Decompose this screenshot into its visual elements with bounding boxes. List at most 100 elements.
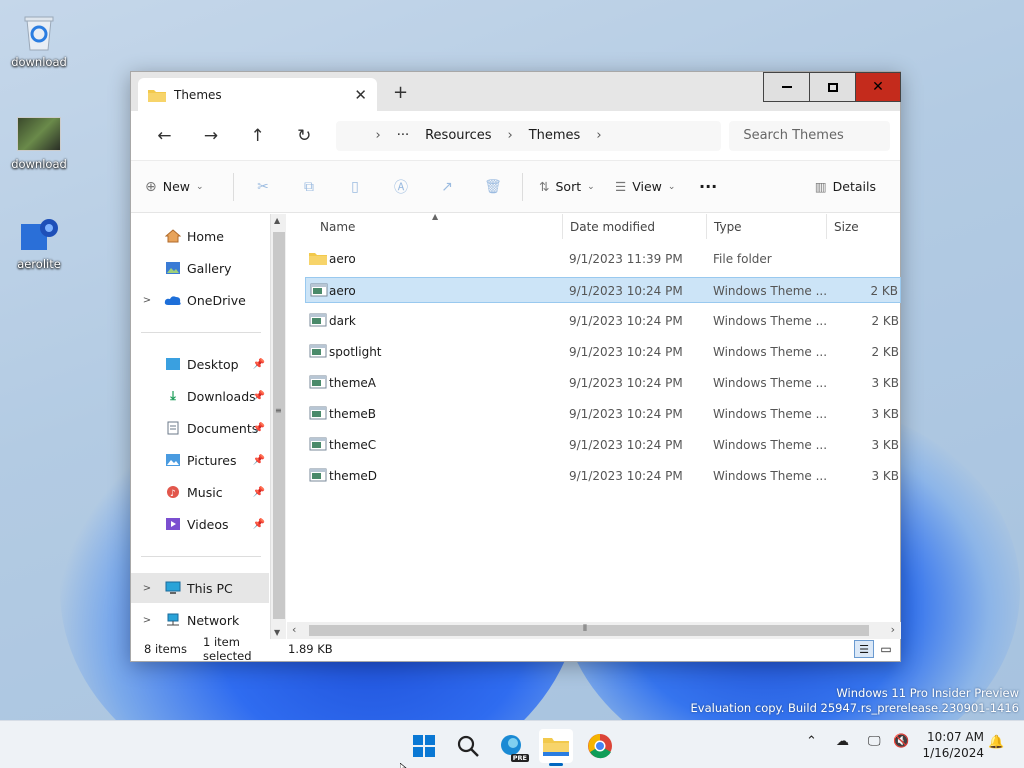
breadcrumb-resources[interactable]: Resources <box>425 128 491 143</box>
sort-icon: ⇅ <box>539 179 550 194</box>
breadcrumb-overflow[interactable]: ··· <box>397 128 409 143</box>
close-tab-icon[interactable]: ✕ <box>354 86 367 104</box>
search-button[interactable] <box>451 729 485 763</box>
details-button[interactable]: ▥ Details <box>815 179 876 194</box>
minimize-button[interactable] <box>763 72 810 102</box>
address-bar[interactable]: › ··· Resources › Themes › <box>335 120 722 151</box>
chrome-icon <box>588 734 612 759</box>
pin-icon[interactable]: 📌 <box>253 423 265 434</box>
edge-preview-button[interactable]: PRE <box>495 729 529 763</box>
desktop-icon-aerolite[interactable]: aerolite <box>4 214 74 271</box>
volume-tray-icon[interactable]: 🔇 <box>893 734 909 749</box>
pin-icon[interactable]: 📌 <box>253 519 265 530</box>
arrow-right-icon: → <box>203 125 219 146</box>
pin-icon[interactable]: 📌 <box>253 391 265 402</box>
desktop-icon-download-image[interactable]: download <box>4 114 74 171</box>
pin-icon[interactable]: 📌 <box>253 455 265 466</box>
tab-themes[interactable]: Themes ✕ <box>138 78 377 111</box>
sidebar-item-desktop[interactable]: Desktop 📌 <box>131 349 269 379</box>
aerolite-icon <box>17 214 61 254</box>
more-options-button[interactable]: ··· <box>699 177 739 196</box>
new-tab-button[interactable]: + <box>393 82 408 103</box>
cut-button[interactable]: ✂ <box>240 172 286 202</box>
notifications-button[interactable]: 🔔 <box>988 735 1004 750</box>
desktop-icon-recycle-bin[interactable]: download <box>4 12 74 69</box>
clock[interactable]: 10:07 AM 1/16/2024 <box>916 729 984 761</box>
start-button[interactable] <box>407 729 441 763</box>
scroll-up-icon[interactable]: ▲ <box>274 216 280 225</box>
onedrive-tray-icon[interactable]: ☁ <box>836 734 849 749</box>
tiles-view-toggle[interactable]: ▭ <box>876 640 896 658</box>
scrollbar-thumb[interactable] <box>309 625 869 636</box>
sidebar-item-downloads[interactable]: ⤓ Downloads 📌 <box>131 381 269 411</box>
breadcrumb-themes[interactable]: Themes <box>529 128 581 143</box>
share-button[interactable]: ↗ <box>424 172 470 202</box>
column-header-date[interactable]: Date modified <box>563 214 707 239</box>
minimize-icon <box>781 86 792 88</box>
chevron-right-icon[interactable]: > <box>131 583 163 594</box>
tiles-view-icon: ▭ <box>880 642 892 656</box>
selection-count: 1 item selected <box>203 635 252 663</box>
sidebar-item-network[interactable]: > Network <box>131 605 269 635</box>
copy-button[interactable]: ⧉ <box>286 172 332 202</box>
rename-button[interactable]: Ⓐ <box>378 172 424 202</box>
chevron-up-icon: ⌃ <box>806 734 817 749</box>
view-icon: ☰ <box>615 179 627 194</box>
forward-button[interactable]: → <box>188 121 235 151</box>
network-tray-icon[interactable]: 🖵 <box>868 734 881 749</box>
scroll-right-icon[interactable]: › <box>891 623 895 636</box>
scrollbar-thumb[interactable] <box>273 232 285 619</box>
sidebar-item-documents[interactable]: Documents 📌 <box>131 413 269 443</box>
chevron-right-icon[interactable]: > <box>131 615 163 626</box>
scroll-left-icon[interactable]: ‹ <box>292 623 296 636</box>
sidebar-item-music[interactable]: ♪ Music 📌 <box>131 477 269 507</box>
sidebar-item-pictures[interactable]: Pictures 📌 <box>131 445 269 475</box>
pin-icon[interactable]: 📌 <box>253 487 265 498</box>
back-button[interactable]: ← <box>141 121 188 151</box>
show-hidden-icons-button[interactable]: ⌃ <box>806 734 817 749</box>
view-button[interactable]: ☰ View ⌄ <box>609 179 699 194</box>
details-view-toggle[interactable]: ☰ <box>854 640 874 658</box>
column-header-name[interactable]: Name <box>313 214 563 239</box>
file-row-themed[interactable]: themeD 9/1/2023 10:24 PM Windows Theme .… <box>305 463 901 489</box>
file-row-spotlight[interactable]: spotlight 9/1/2023 10:24 PM Windows Them… <box>305 339 901 365</box>
column-header-type[interactable]: Type <box>707 214 827 239</box>
maximize-button[interactable] <box>809 72 856 102</box>
refresh-button[interactable]: ↻ <box>281 121 328 151</box>
file-row-aero-folder[interactable]: aero 9/1/2023 11:39 PM File folder <box>305 246 901 272</box>
speaker-muted-icon: 🔇 <box>893 734 910 749</box>
sidebar-item-onedrive[interactable]: > OneDrive <box>131 285 269 315</box>
sidebar-item-videos[interactable]: Videos 📌 <box>131 509 269 539</box>
maximize-icon <box>827 82 838 92</box>
column-header-size[interactable]: Size <box>827 214 901 239</box>
item-count: 8 items <box>144 642 187 656</box>
chrome-button[interactable] <box>583 729 617 763</box>
up-button[interactable]: ↑ <box>234 121 281 151</box>
svg-text:♪: ♪ <box>170 489 176 499</box>
sidebar-item-home[interactable]: Home <box>131 221 269 251</box>
theme-file-icon <box>309 437 327 451</box>
file-row-dark[interactable]: dark 9/1/2023 10:24 PM Windows Theme ...… <box>305 308 901 334</box>
sort-button[interactable]: ⇅ Sort ⌄ <box>529 179 609 194</box>
command-bar: ⊕ New ⌄ ✂ ⧉ ▯ Ⓐ ↗ 🗑 ⇅ Sort ⌄ ☰ View ⌄ ··… <box>131 160 900 213</box>
sidebar-item-this-pc[interactable]: > This PC <box>131 573 269 603</box>
delete-button[interactable]: 🗑 <box>470 172 516 202</box>
close-button[interactable]: ✕ <box>855 72 901 102</box>
file-row-themec[interactable]: themeC 9/1/2023 10:24 PM Windows Theme .… <box>305 432 901 458</box>
file-row-themeb[interactable]: themeB 9/1/2023 10:24 PM Windows Theme .… <box>305 401 901 427</box>
pin-icon[interactable]: 📌 <box>253 359 265 370</box>
paste-button[interactable]: ▯ <box>332 172 378 202</box>
sidebar-item-gallery[interactable]: Gallery <box>131 253 269 283</box>
clock-time: 10:07 AM <box>927 730 984 744</box>
chevron-right-icon[interactable]: > <box>131 295 163 306</box>
rename-icon: Ⓐ <box>394 179 408 196</box>
file-row-aero-theme[interactable]: aero 9/1/2023 10:24 PM Windows Theme ...… <box>305 277 901 303</box>
address-toolbar: ← → ↑ ↻ › ··· Resources › Themes › Searc… <box>131 111 900 160</box>
download-icon: ⤓ <box>170 388 176 403</box>
navigation-pane-scrollbar[interactable]: ▲ ≡ ▼ <box>270 214 286 639</box>
sidebar-divider <box>141 556 261 557</box>
search-input[interactable]: Search Themes <box>729 120 890 151</box>
file-explorer-taskbar-button[interactable] <box>539 729 573 766</box>
file-row-themea[interactable]: themeA 9/1/2023 10:24 PM Windows Theme .… <box>305 370 901 396</box>
new-button[interactable]: ⊕ New ⌄ <box>145 179 227 195</box>
